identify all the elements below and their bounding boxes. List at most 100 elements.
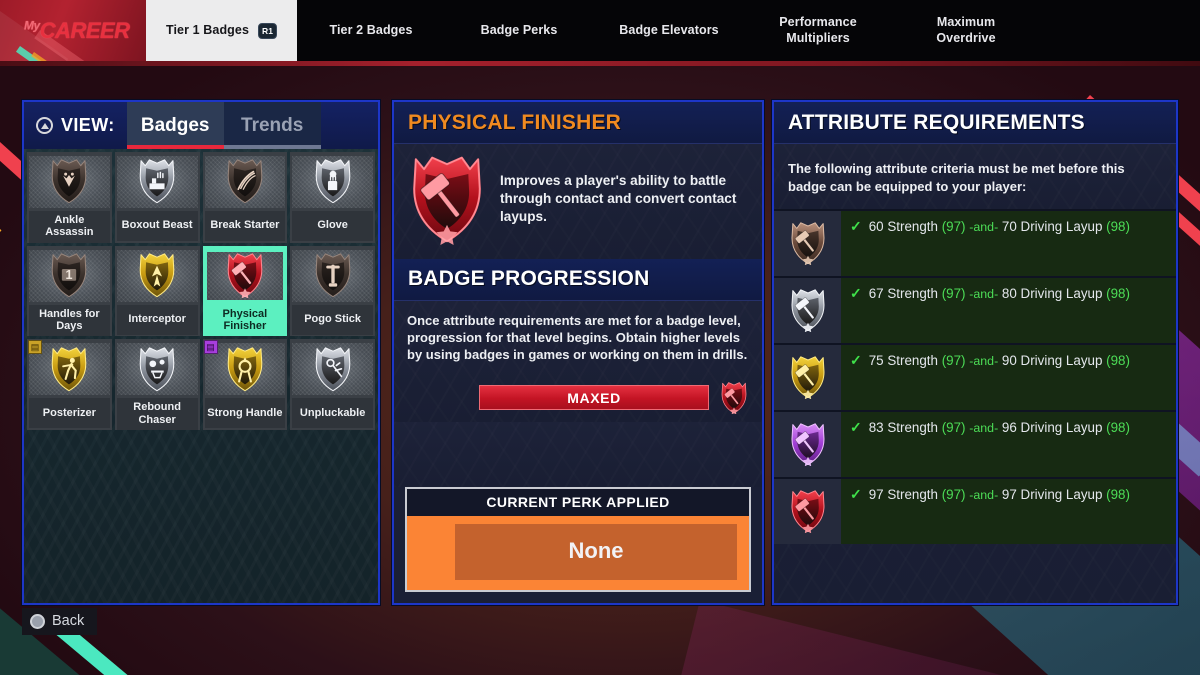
svg-text:1: 1: [66, 268, 73, 282]
badge-cell-ankle-assassin[interactable]: Ankle Assassin: [27, 152, 112, 243]
view-tab-trends[interactable]: Trends: [223, 102, 321, 149]
attribute-requirements-intro: The following attribute criteria must be…: [788, 161, 1125, 194]
tab-performance-multipliers[interactable]: Performance Multipliers: [745, 0, 891, 62]
badge-grid-area: Ankle Assassin Boxout Beast Break Starte…: [24, 149, 378, 603]
requirement-met-check-icon: ✓: [850, 486, 862, 503]
back-button-label: Back: [52, 613, 85, 629]
badge-cell-physical-finisher[interactable]: Physical Finisher: [202, 245, 288, 337]
attribute-requirement-text-cell: ✓ 97 Strength (97) -and- 97 Driving Layup…: [841, 479, 1176, 545]
badge-cell-glove[interactable]: Glove: [290, 152, 375, 243]
attribute-requirements-list: ✓ 60 Strength (97) -and- 70 Driving Layup…: [774, 209, 1176, 603]
badge-cell-boxout-beast[interactable]: Boxout Beast: [114, 152, 200, 243]
badge-name-label: Unpluckable: [292, 398, 373, 429]
badge-corner-flag-icon: ▤: [28, 340, 42, 355]
requirement-met-check-icon: ✓: [850, 285, 862, 302]
badge-cell-handles-for-days[interactable]: 1 Handles for Days: [27, 245, 112, 337]
attribute-requirement-text: 67 Strength (97) -and- 80 Driving Layup …: [868, 286, 1130, 302]
tab-tier-2-badges-label: Tier 2 Badges: [329, 23, 413, 38]
badge-cell-posterizer[interactable]: ▤ Posterizer: [27, 339, 112, 430]
attribute-requirement-text: 83 Strength (97) -and- 96 Driving Layup …: [868, 420, 1130, 436]
badge-name-label: Strong Handle: [204, 398, 286, 429]
badge-name-label: Handles for Days: [29, 304, 110, 337]
badge-cell-unpluckable[interactable]: Unpluckable: [290, 339, 375, 430]
attribute-requirement-row: ✓ 97 Strength (97) -and- 97 Driving Layup…: [774, 477, 1176, 545]
view-tab-badges[interactable]: Badges: [126, 102, 224, 149]
r1-button-hint-icon: R1: [258, 23, 278, 39]
ankle-assassin-icon: [29, 156, 110, 208]
attribute-requirement-row: ✓ 83 Strength (97) -and- 96 Driving Layup…: [774, 410, 1176, 478]
badge-name-label: Rebound Chaser: [116, 398, 198, 430]
view-tab-trends-label: Trends: [241, 114, 304, 136]
badge-cell-break-starter[interactable]: Break Starter: [202, 152, 288, 243]
badge-corner-flag-icon: ▤: [203, 340, 218, 355]
attribute-requirement-text-cell: ✓ 83 Strength (97) -and- 96 Driving Layup…: [841, 412, 1176, 478]
attribute-requirement-text: 97 Strength (97) -and- 97 Driving Layup …: [868, 487, 1130, 503]
badge-name-label: Break Starter: [204, 211, 286, 241]
tab-badge-perks-label: Badge Perks: [480, 23, 558, 38]
tab-tier-2-badges[interactable]: Tier 2 Badges: [297, 0, 445, 62]
playstation-circle-icon: [30, 613, 45, 629]
badge-name-label: Pogo Stick: [292, 304, 373, 335]
tab-performance-multipliers-label: Performance Multipliers: [779, 15, 857, 45]
center-panel-spacer: [394, 422, 762, 487]
break-starter-icon: [204, 156, 286, 208]
attribute-requirement-text: 60 Strength (97) -and- 70 Driving Layup …: [868, 219, 1130, 235]
badge-progression-text: Once attribute requirements are met for …: [407, 312, 748, 363]
glove-icon: [292, 156, 373, 208]
badge-progression-header: BADGE PROGRESSION: [394, 258, 762, 301]
badge-progression-title: BADGE PROGRESSION: [408, 267, 650, 291]
top-navigation-bar: MyCAREER Tier 1 Badges R1 Tier 2 Badges …: [0, 0, 1200, 66]
back-button[interactable]: Back: [22, 608, 98, 635]
badge-cell-strong-handle[interactable]: ▤ Strong Handle: [202, 339, 288, 430]
badge-name-label: Interceptor: [116, 304, 198, 335]
tab-tier-1-badges-label: Tier 1 Badges: [165, 23, 250, 38]
badge-description-text: Improves a player's ability to battle th…: [500, 173, 737, 224]
badge-detail-header: PHYSICAL FINISHER: [394, 102, 762, 144]
tab-badge-perks[interactable]: Badge Perks: [445, 0, 593, 62]
view-label-group: VIEW:: [24, 102, 127, 149]
badge-name-label: Posterizer: [29, 398, 110, 429]
logo-prefix: My: [24, 18, 40, 33]
attribute-requirement-text-cell: ✓ 75 Strength (97) -and- 90 Driving Layup…: [841, 345, 1176, 411]
tab-maximum-overdrive-label: Maximum Overdrive: [936, 15, 996, 45]
tab-tier-1-badges[interactable]: Tier 1 Badges R1: [146, 0, 297, 62]
legend-shield-icon: [719, 381, 749, 415]
legend-shield-icon: [774, 479, 841, 545]
bronze-shield-icon: [774, 211, 841, 277]
current-perk-box[interactable]: CURRENT PERK APPLIED None: [405, 487, 751, 592]
requirement-met-check-icon: ✓: [850, 352, 862, 369]
view-tab-badges-label: Badges: [140, 114, 210, 136]
rebound-chaser-icon: [116, 343, 198, 396]
tab-badge-elevators[interactable]: Badge Elevators: [593, 0, 745, 62]
requirement-met-check-icon: ✓: [850, 218, 862, 235]
badge-detail-panel: PHYSICAL FINISHER Improves a player's ab…: [392, 100, 764, 605]
mycareer-logo: MyCAREER: [0, 0, 146, 62]
hof-shield-icon: [774, 412, 841, 478]
current-perk-value: None: [455, 524, 737, 580]
badge-progress-status: MAXED: [567, 389, 621, 406]
attribute-requirement-row: ✓ 75 Strength (97) -and- 90 Driving Layup…: [774, 343, 1176, 411]
logo-main: CAREER: [39, 18, 130, 43]
attribute-requirements-intro-wrap: The following attribute criteria must be…: [774, 144, 1176, 210]
unpluckable-icon: [292, 343, 373, 396]
badge-progress-bar: MAXED: [479, 385, 709, 411]
current-perk-body: None: [407, 516, 749, 590]
attribute-requirement-text-cell: ✓ 67 Strength (97) -and- 80 Driving Layup…: [841, 278, 1176, 344]
current-perk-header: CURRENT PERK APPLIED: [407, 489, 749, 516]
pogo-stick-icon: [292, 249, 373, 302]
badge-cell-pogo-stick[interactable]: Pogo Stick: [290, 245, 375, 337]
badge-list-panel: VIEW: Badges Trends Ankle Assassin Boxou…: [22, 100, 380, 605]
badge-description-section: Improves a player's ability to battle th…: [394, 144, 762, 259]
tab-maximum-overdrive[interactable]: Maximum Overdrive: [891, 0, 1041, 62]
badge-cell-interceptor[interactable]: Interceptor: [114, 245, 200, 337]
badge-name-label: Physical Finisher: [204, 304, 286, 337]
attribute-requirement-text-cell: ✓ 60 Strength (97) -and- 70 Driving Layup…: [841, 211, 1176, 277]
physical-finisher-icon: [204, 249, 286, 302]
badge-progress-row: MAXED: [407, 381, 749, 415]
tab-badge-elevators-label: Badge Elevators: [619, 23, 719, 38]
view-label: VIEW:: [61, 115, 115, 135]
badge-cell-rebound-chaser[interactable]: Rebound Chaser: [114, 339, 200, 430]
boxout-beast-icon: [116, 156, 198, 208]
playstation-triangle-icon: [36, 117, 53, 134]
attribute-requirements-title: ATTRIBUTE REQUIREMENTS: [788, 110, 1085, 134]
